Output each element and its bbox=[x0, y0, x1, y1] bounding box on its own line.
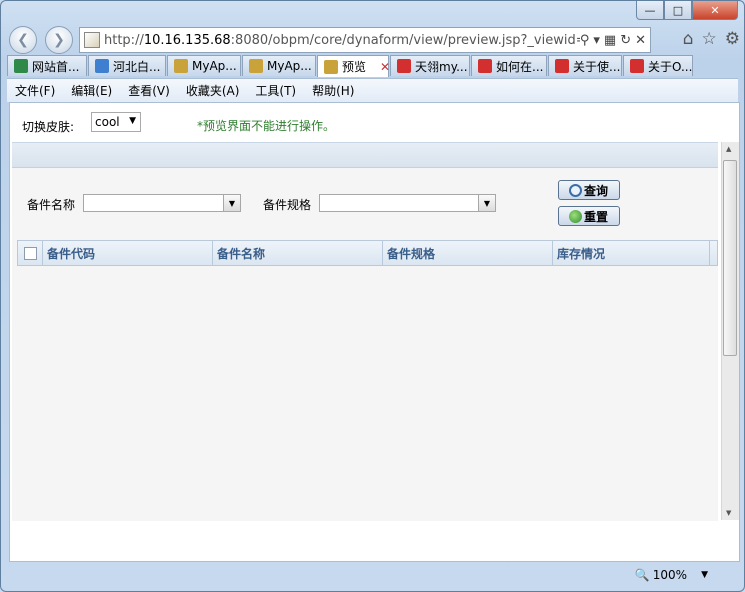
skin-label: 切换皮肤: bbox=[22, 120, 75, 134]
tab-label: MyAp... bbox=[267, 59, 312, 73]
menu-item[interactable]: 文件(F) bbox=[7, 82, 63, 99]
tab[interactable]: 如何在... bbox=[471, 55, 547, 76]
part-name-label: 备件名称 bbox=[27, 198, 76, 212]
toolbar-right-icons: ⌂ ☆ ⚙ bbox=[683, 29, 740, 49]
ie-icon bbox=[95, 59, 109, 73]
skin-select[interactable]: cool ▼ bbox=[91, 112, 141, 132]
menu-item[interactable]: 帮助(H) bbox=[304, 82, 362, 99]
tab-label: 天翎my... bbox=[415, 59, 468, 74]
address-bar[interactable]: http://10.16.135.68:8080/obpm/core/dynaf… bbox=[79, 27, 651, 53]
search-icon[interactable]: ⚲ bbox=[580, 33, 590, 48]
chevron-down-icon[interactable]: ▼ bbox=[223, 195, 240, 211]
tab[interactable]: 网站首... bbox=[7, 55, 87, 76]
tab[interactable]: 河北白... bbox=[88, 55, 166, 76]
minimize-button[interactable]: — bbox=[636, 1, 664, 20]
grid-header: 备件代码 备件名称 备件规格 库存情况 bbox=[17, 240, 718, 266]
page-icon bbox=[324, 59, 338, 74]
tab[interactable]: 关于O... bbox=[623, 55, 693, 76]
scroll-thumb[interactable] bbox=[723, 160, 737, 356]
menu-item[interactable]: 编辑(E) bbox=[63, 82, 120, 99]
reset-icon bbox=[569, 209, 582, 223]
tab[interactable]: MyAp... bbox=[167, 55, 241, 76]
tab[interactable]: 关于使... bbox=[548, 55, 622, 76]
panel-header bbox=[12, 143, 718, 168]
page-content: 切换皮肤: cool ▼ *预览界面不能进行操作。 备件名称 ▼ 备件规格 ▼ … bbox=[9, 102, 740, 562]
page-icon bbox=[174, 59, 188, 73]
forward-arrow-icon: ❯ bbox=[53, 32, 65, 48]
part-name-combo[interactable]: ▼ bbox=[83, 194, 241, 212]
navigation-bar: ❮ ❯ http://10.16.135.68:8080/obpm/core/d… bbox=[7, 24, 742, 54]
part-spec-combo[interactable]: ▼ bbox=[319, 194, 496, 212]
tab-label: 如何在... bbox=[496, 59, 544, 74]
baidu-icon bbox=[478, 59, 492, 73]
grid-column-header[interactable]: 备件名称 bbox=[213, 241, 383, 265]
magnifier-icon bbox=[569, 183, 582, 197]
browser-window: — □ ✕ ❮ ❯ http://10.16.135.68:8080/obpm/… bbox=[0, 0, 745, 592]
compat-view-icon[interactable]: ▦ bbox=[604, 33, 616, 48]
tab[interactable]: MyAp... bbox=[242, 55, 316, 76]
zoom-icon: 🔍 bbox=[634, 568, 650, 582]
address-actions: ⚲ ▾ ▦ ↻ ✕ bbox=[580, 33, 650, 48]
tab[interactable]: 天翎my... bbox=[390, 55, 470, 76]
menu-bar: 文件(F) 编辑(E) 查看(V) 收藏夹(A) 工具(T) 帮助(H) bbox=[7, 78, 738, 102]
gear-icon[interactable]: ⚙ bbox=[725, 29, 740, 49]
tab-label: MyAp... bbox=[192, 59, 237, 73]
part-spec-label: 备件规格 bbox=[263, 198, 312, 212]
maximize-button[interactable]: □ bbox=[664, 1, 692, 20]
chevron-down-icon[interactable]: ▼ bbox=[701, 570, 708, 580]
scroll-down-icon[interactable]: ▼ bbox=[726, 509, 731, 517]
skin-select-value: cool bbox=[95, 115, 120, 129]
close-tab-icon[interactable]: ✕ bbox=[380, 60, 390, 74]
preview-note: *预览界面不能进行操作。 bbox=[197, 119, 336, 133]
url-text[interactable]: http://10.16.135.68:8080/obpm/core/dynaf… bbox=[104, 33, 580, 48]
query-panel: 备件名称 ▼ 备件规格 ▼ 查询 重置 备件代码 备件名称 备件规格 库存情况 bbox=[12, 142, 718, 521]
status-bar: 🔍 100% ▼ bbox=[7, 563, 738, 587]
close-window-button[interactable]: ✕ bbox=[692, 1, 738, 20]
home-icon[interactable]: ⌂ bbox=[683, 29, 694, 49]
tab-label: 河北白... bbox=[113, 59, 161, 74]
tab-label: 关于使... bbox=[573, 59, 621, 74]
forward-button[interactable]: ❯ bbox=[45, 26, 73, 54]
menu-item[interactable]: 收藏夹(A) bbox=[178, 82, 248, 99]
baidu-icon bbox=[630, 59, 644, 73]
chevron-down-icon[interactable]: ▼ bbox=[478, 195, 495, 211]
dropdown-icon[interactable]: ▾ bbox=[593, 33, 600, 48]
tab-label: 关于O... bbox=[648, 59, 693, 74]
skin-row: 切换皮肤: cool ▼ *预览界面不能进行操作。 bbox=[10, 103, 739, 141]
site-icon bbox=[14, 59, 28, 73]
tab-label: 预览 bbox=[342, 60, 367, 74]
baidu-icon bbox=[555, 59, 569, 73]
window-controls: — □ ✕ bbox=[636, 1, 738, 20]
page-icon bbox=[249, 59, 263, 73]
reset-button[interactable]: 重置 bbox=[558, 206, 620, 226]
select-all-checkbox[interactable] bbox=[18, 241, 43, 265]
favorites-star-icon[interactable]: ☆ bbox=[702, 29, 717, 49]
vertical-scrollbar[interactable]: ▲ ▼ bbox=[721, 142, 739, 520]
stop-icon[interactable]: ✕ bbox=[635, 33, 646, 48]
menu-item[interactable]: 查看(V) bbox=[120, 82, 178, 99]
menu-item[interactable]: 工具(T) bbox=[247, 82, 304, 99]
page-favicon-icon bbox=[84, 32, 100, 48]
tab[interactable]: 预览 ✕ bbox=[317, 55, 390, 77]
tab-strip: 网站首... 河北白... MyAp... MyAp... 预览 ✕ 天翎my... 如何在.… bbox=[7, 55, 694, 77]
grid-column-header[interactable]: 备件代码 bbox=[43, 241, 213, 265]
zoom-level[interactable]: 100% bbox=[653, 568, 687, 582]
scroll-up-icon[interactable]: ▲ bbox=[726, 145, 731, 153]
refresh-icon[interactable]: ↻ bbox=[620, 33, 631, 48]
grid-column-header[interactable]: 库存情况 bbox=[553, 241, 710, 265]
back-button[interactable]: ❮ bbox=[9, 26, 37, 54]
back-arrow-icon: ❮ bbox=[17, 32, 29, 48]
grid-column-header[interactable]: 备件规格 bbox=[383, 241, 553, 265]
tab-label: 网站首... bbox=[32, 59, 80, 74]
query-button[interactable]: 查询 bbox=[558, 180, 620, 200]
baidu-icon bbox=[397, 59, 411, 73]
chevron-down-icon: ▼ bbox=[129, 116, 136, 126]
